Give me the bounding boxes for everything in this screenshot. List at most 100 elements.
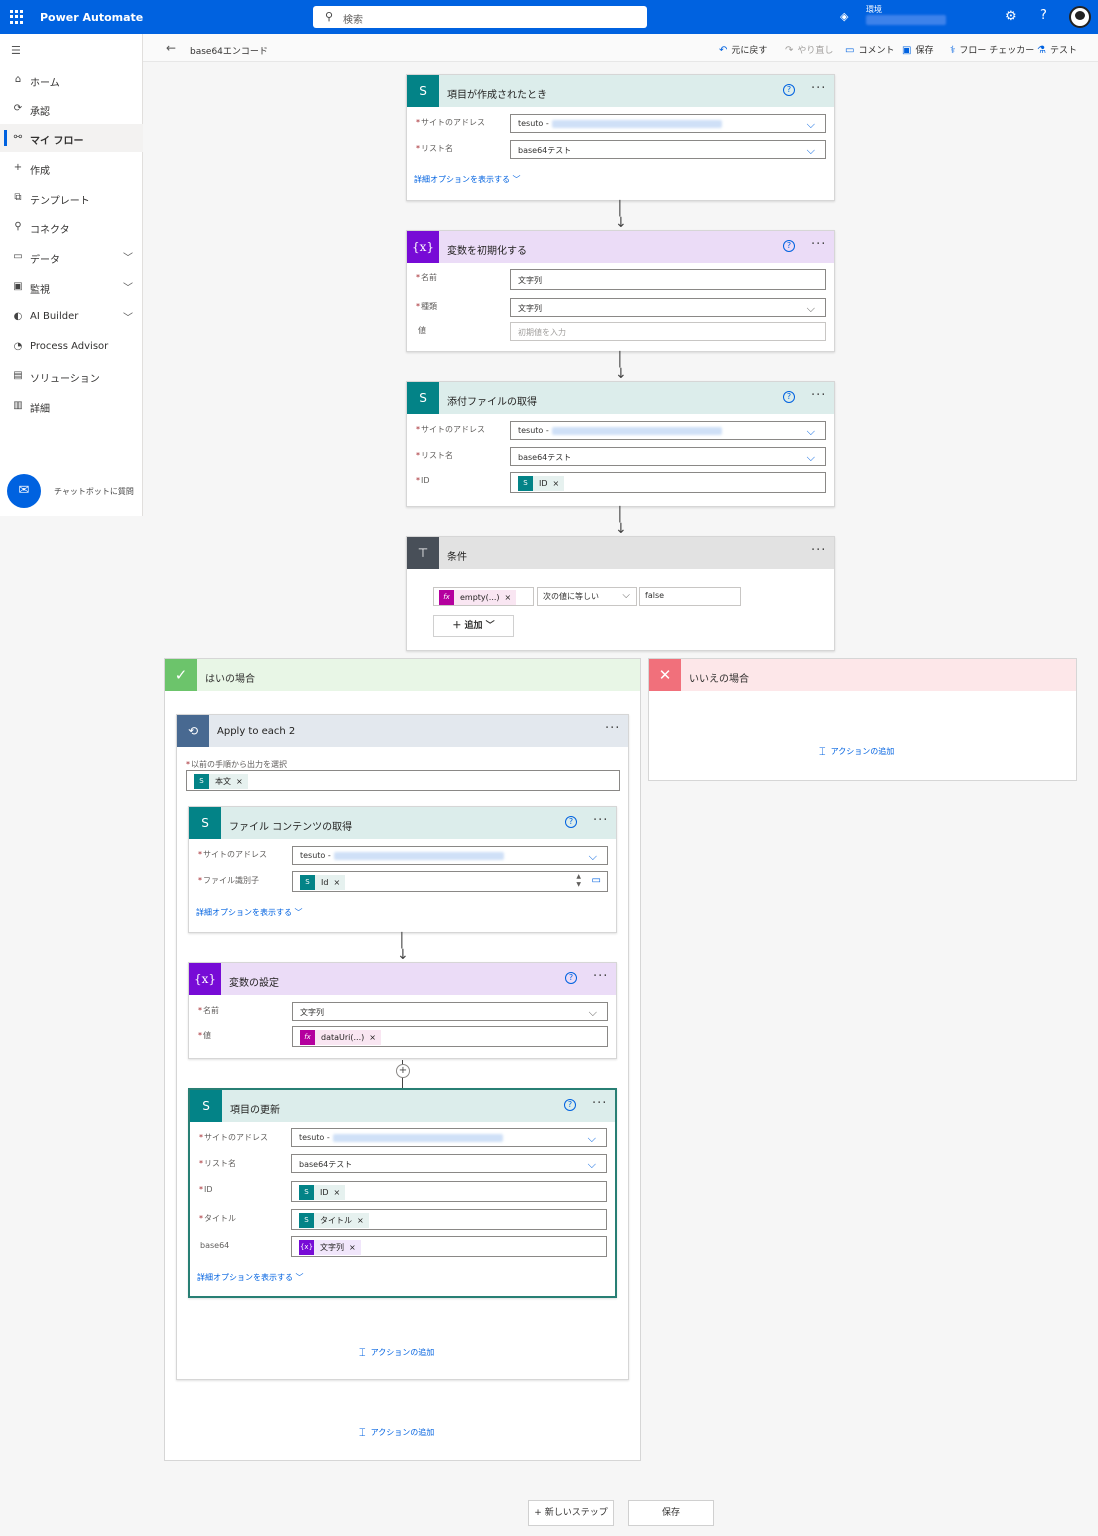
avatar[interactable]	[1069, 6, 1091, 28]
condition-right-operand[interactable]: false	[639, 587, 741, 606]
sidebar-item-data[interactable]: ▭ データ ﹀	[0, 243, 143, 271]
site-address-dropdown[interactable]: tesuto - ⌵	[510, 421, 826, 440]
site-address-dropdown[interactable]: tesuto - ⌵	[292, 846, 608, 865]
sidebar-item-home[interactable]: ⌂ ホーム	[0, 66, 143, 94]
title-input[interactable]: S タイトル ×	[291, 1209, 607, 1230]
value-input[interactable]: 初期値を入力	[510, 322, 826, 341]
search-input[interactable]: ⚲ 検索	[313, 6, 647, 28]
sidebar-item-create[interactable]: + 作成	[0, 154, 143, 182]
expression-token[interactable]: fx empty(...) ×	[439, 590, 517, 605]
more-icon[interactable]: ···	[592, 1096, 607, 1111]
trigger-card-item-created[interactable]: S 項目が作成されたとき ? ··· *サイトのアドレス tesuto - ⌵ *…	[406, 74, 835, 201]
help-icon[interactable]: ?	[783, 240, 795, 252]
value-input[interactable]: fx dataUri(...) ×	[292, 1026, 608, 1047]
id-input[interactable]: S ID ×	[510, 472, 826, 493]
chatbot-label[interactable]: チャットボットに質問	[54, 486, 134, 497]
condition-card[interactable]: ⊤ 条件 ··· fx empty(...) × 次の値に等しい ⌵ false ＋ …	[406, 536, 835, 651]
more-icon[interactable]: ···	[593, 813, 608, 828]
sidebar-item-approvals[interactable]: ⟳ 承認	[0, 95, 143, 123]
condition-left-operand[interactable]: fx empty(...) ×	[433, 587, 534, 606]
comment-button[interactable]: ▭ コメント	[845, 43, 894, 56]
remove-token-icon[interactable]: ×	[236, 777, 243, 786]
flow-checker-button[interactable]: ⚕ フロー チェッカー	[950, 43, 1034, 56]
sidebar-item-learn[interactable]: ▥ 詳細	[0, 392, 143, 420]
more-icon[interactable]: ···	[811, 543, 826, 558]
remove-token-icon[interactable]: ×	[349, 1243, 356, 1252]
new-step-button[interactable]: + 新しいステップ	[528, 1500, 614, 1526]
more-icon[interactable]: ···	[811, 388, 826, 403]
undo-button[interactable]: ↶ 元に戻す	[719, 43, 767, 56]
card-title[interactable]: 項目が作成されたとき	[447, 86, 547, 101]
site-address-dropdown[interactable]: tesuto - ⌵	[510, 114, 826, 133]
more-icon[interactable]: ···	[811, 81, 826, 96]
add-condition-button[interactable]: ＋ 追加 ﹀	[433, 615, 514, 637]
variable-token[interactable]: {x} 文字列 ×	[299, 1240, 361, 1255]
show-advanced-link[interactable]: 詳細オプションを表示する ﹀	[196, 907, 303, 918]
help-icon[interactable]: ?	[565, 816, 577, 828]
select-output-input[interactable]: S 本文 ×	[186, 770, 620, 791]
chatbot-icon[interactable]: ✉	[7, 474, 41, 508]
save-button[interactable]: ▣ 保存	[902, 43, 933, 56]
card-title[interactable]: 変数を初期化する	[447, 242, 527, 257]
more-icon[interactable]: ···	[593, 969, 608, 984]
get-file-content-card[interactable]: S ファイル コンテンツの取得 ? ··· *サイトのアドレス tesuto -…	[188, 806, 617, 933]
dynamic-token[interactable]: S ID ×	[299, 1185, 346, 1200]
more-icon[interactable]: ···	[605, 721, 620, 736]
add-action-button[interactable]: ⌶ アクションの追加	[819, 745, 894, 759]
get-attachments-card[interactable]: S 添付ファイルの取得 ? ··· *サイトのアドレス tesuto - ⌵ *リ…	[406, 381, 835, 507]
hamburger-icon[interactable]: ☰	[11, 44, 21, 57]
dynamic-token[interactable]: S 本文 ×	[194, 774, 248, 789]
file-identifier-input[interactable]: S Id × ▲ ▼ ▭	[292, 871, 608, 892]
card-title[interactable]: 添付ファイルの取得	[447, 393, 537, 408]
remove-token-icon[interactable]: ×	[505, 593, 512, 602]
redo-button[interactable]: ↷ やり直し	[785, 43, 833, 56]
card-header[interactable]	[407, 537, 834, 569]
show-advanced-link[interactable]: 詳細オプションを表示する ﹀	[197, 1272, 304, 1283]
waffle-icon[interactable]	[10, 10, 24, 24]
test-button[interactable]: ⚗ テスト	[1037, 43, 1077, 56]
card-title[interactable]: 項目の更新	[230, 1101, 280, 1116]
help-icon[interactable]: ?	[1040, 8, 1047, 23]
name-dropdown[interactable]: 文字列 ⌵	[292, 1002, 608, 1021]
insert-step-icon[interactable]: +	[396, 1064, 410, 1078]
list-name-dropdown[interactable]: base64テスト ⌵	[510, 140, 826, 159]
update-item-card[interactable]: S 項目の更新 ? ··· *サイトのアドレス tesuto - ⌵ *リスト名 …	[188, 1088, 617, 1298]
chevron-down-icon[interactable]: ﹀	[123, 249, 133, 264]
expression-token[interactable]: fx dataUri(...) ×	[300, 1030, 381, 1045]
card-title[interactable]: ファイル コンテンツの取得	[229, 818, 352, 833]
more-icon[interactable]: ···	[811, 237, 826, 252]
site-address-dropdown[interactable]: tesuto - ⌵	[291, 1128, 607, 1147]
stepper-icon[interactable]: ▲ ▼	[576, 873, 581, 889]
sidebar-item-my-flows[interactable]: ⚯ マイ フロー	[0, 124, 143, 152]
type-dropdown[interactable]: 文字列 ⌵	[510, 298, 826, 317]
gear-icon[interactable]: ⚙	[1005, 9, 1017, 24]
base64-input[interactable]: {x} 文字列 ×	[291, 1236, 607, 1257]
remove-token-icon[interactable]: ×	[553, 479, 560, 488]
sidebar-item-process-advisor[interactable]: ◔ Process Advisor	[0, 333, 143, 361]
initialize-variable-card[interactable]: {x} 変数を初期化する ? ··· *名前 文字列 *種類 文字列 ⌵ 値 初期…	[406, 230, 835, 352]
sidebar-item-templates[interactable]: ⧉ テンプレート	[0, 184, 143, 212]
list-name-dropdown[interactable]: base64テスト ⌵	[510, 447, 826, 466]
set-variable-card[interactable]: {x} 変数の設定 ? ··· *名前 文字列 ⌵ *値 fx dataUri(..…	[188, 962, 617, 1059]
name-input[interactable]: 文字列	[510, 269, 826, 290]
chevron-down-icon[interactable]: ﹀	[123, 279, 133, 294]
remove-token-icon[interactable]: ×	[333, 878, 340, 887]
dynamic-token[interactable]: S ID ×	[518, 476, 565, 491]
environment-icon[interactable]: ◈	[840, 10, 848, 23]
help-icon[interactable]: ?	[565, 972, 577, 984]
show-advanced-link[interactable]: 詳細オプションを表示する ﹀	[414, 174, 521, 185]
app-title[interactable]: Power Automate	[40, 11, 143, 24]
remove-token-icon[interactable]: ×	[357, 1216, 364, 1225]
help-icon[interactable]: ?	[564, 1099, 576, 1111]
remove-token-icon[interactable]: ×	[334, 1188, 341, 1197]
footer-save-button[interactable]: 保存	[628, 1500, 714, 1526]
sidebar-item-solutions[interactable]: ▤ ソリューション	[0, 362, 143, 390]
help-icon[interactable]: ?	[783, 391, 795, 403]
environment-value-redacted[interactable]	[866, 15, 946, 25]
dynamic-token[interactable]: S Id ×	[300, 875, 346, 890]
folder-icon[interactable]: ▭	[592, 875, 601, 886]
id-input[interactable]: S ID ×	[291, 1181, 607, 1202]
sidebar-item-monitor[interactable]: ▣ 監視 ﹀	[0, 273, 143, 301]
remove-token-icon[interactable]: ×	[369, 1033, 376, 1042]
operator-dropdown[interactable]: 次の値に等しい ⌵	[537, 587, 637, 606]
